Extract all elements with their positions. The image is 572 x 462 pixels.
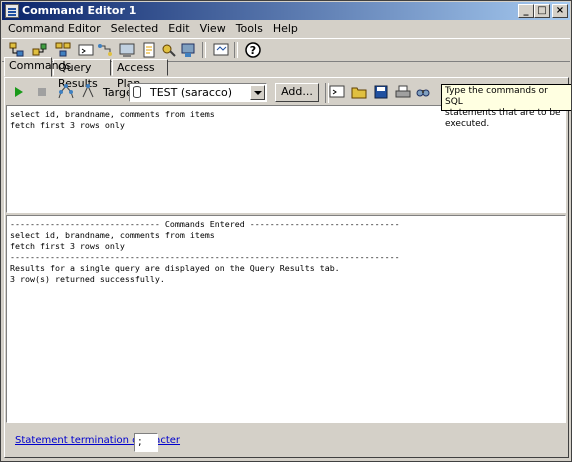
app-icon bbox=[5, 4, 19, 18]
menu-selected[interactable]: Selected bbox=[106, 21, 164, 37]
menu-tools[interactable]: Tools bbox=[231, 21, 268, 37]
task-center-icon[interactable] bbox=[97, 41, 115, 59]
access-plan-icon[interactable] bbox=[57, 83, 75, 101]
toolbar-separator bbox=[202, 42, 206, 58]
svg-text:?: ? bbox=[250, 44, 256, 57]
add-button[interactable]: Add... bbox=[275, 83, 319, 102]
maximize-button[interactable]: □ bbox=[534, 4, 550, 18]
health-center-icon[interactable] bbox=[118, 41, 136, 59]
information-center-icon[interactable] bbox=[212, 41, 230, 59]
title-bar[interactable]: Command Editor 1 _ □ × bbox=[2, 2, 570, 20]
chevron-down-icon[interactable] bbox=[250, 85, 265, 100]
menu-bar: Command Editor Selected Edit View Tools Help bbox=[2, 21, 570, 37]
target-value: TEST (saracco) bbox=[150, 86, 233, 99]
menu-help[interactable]: Help bbox=[268, 21, 303, 37]
tooltip: Type the commands or SQL statements that… bbox=[441, 84, 571, 129]
commands-panel: Target TEST (saracco) Add... select id, … bbox=[4, 77, 569, 458]
stop-icon[interactable] bbox=[38, 88, 46, 96]
output-text: ------------------------------ Commands … bbox=[10, 219, 400, 284]
menu-command-editor[interactable]: Command Editor bbox=[2, 21, 106, 37]
execute-icon[interactable] bbox=[15, 87, 23, 97]
command-editor-window: Command Editor 1 _ □ × Command Editor Sel… bbox=[0, 0, 572, 462]
menu-edit[interactable]: Edit bbox=[163, 21, 194, 37]
find-icon[interactable] bbox=[415, 84, 431, 100]
open-folder-icon[interactable] bbox=[351, 84, 367, 100]
command-center-icon[interactable] bbox=[77, 41, 95, 59]
save-icon[interactable] bbox=[373, 84, 389, 100]
menu-view[interactable]: View bbox=[195, 21, 231, 37]
replication-icon[interactable] bbox=[54, 41, 72, 59]
command-icon[interactable] bbox=[329, 84, 345, 100]
print-icon[interactable] bbox=[395, 84, 411, 100]
explain-icon[interactable] bbox=[79, 83, 97, 101]
window-title: Command Editor 1 bbox=[22, 4, 137, 17]
license-center-icon[interactable] bbox=[160, 41, 178, 59]
database-icon bbox=[133, 86, 141, 98]
output-area[interactable]: ------------------------------ Commands … bbox=[6, 215, 566, 423]
development-center-icon[interactable] bbox=[180, 41, 198, 59]
tooltip-line-1: Type the commands or SQL bbox=[445, 86, 548, 107]
minimize-button[interactable]: _ bbox=[518, 4, 534, 18]
termination-character-input[interactable]: ; bbox=[134, 433, 158, 452]
tab-access-plan[interactable]: Access Plan bbox=[112, 59, 168, 90]
close-button[interactable]: × bbox=[552, 4, 568, 18]
journal-icon[interactable] bbox=[140, 41, 158, 59]
help-icon[interactable]: ? bbox=[244, 41, 262, 59]
tooltip-line-2: statements that are to be executed. bbox=[445, 108, 561, 129]
tab-commands[interactable]: Commands bbox=[4, 57, 71, 77]
toolbar-separator bbox=[234, 42, 238, 58]
target-select[interactable]: TEST (saracco) bbox=[129, 83, 267, 102]
